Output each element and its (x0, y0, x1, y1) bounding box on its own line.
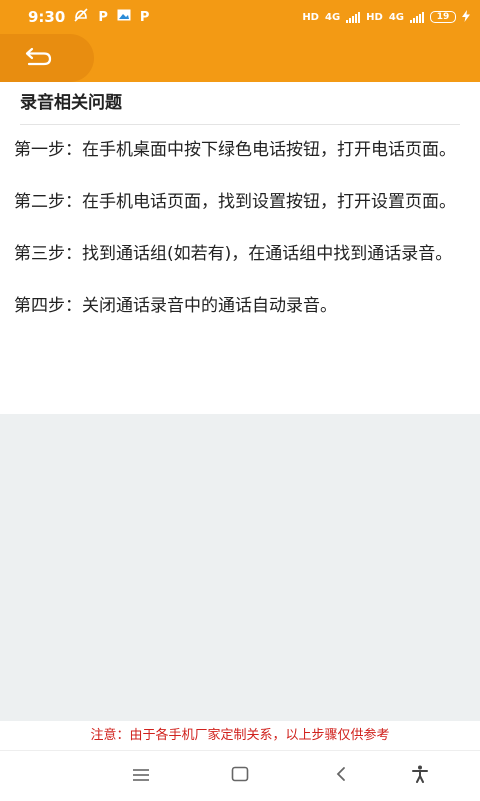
status-bar: 9:30 P P HD 4G HD 4G 19 (0, 0, 480, 34)
accessibility-icon (411, 765, 429, 787)
signal-icon (410, 11, 424, 23)
p-icon: P (139, 9, 150, 25)
app-header (0, 34, 480, 82)
back-button[interactable] (0, 34, 94, 82)
status-right: HD 4G HD 4G 19 (302, 9, 470, 25)
empty-content-area (0, 414, 480, 721)
home-button[interactable] (227, 763, 253, 789)
signal-icon (346, 11, 361, 23)
step-1: 第一步：在手机桌面中按下绿色电话按钮，打开电话页面。 (14, 140, 456, 160)
notification-off-icon (73, 8, 89, 26)
home-icon (231, 766, 249, 786)
step-3: 第三步：找到通话组(如若有)，在通话组中找到通话录音。 (14, 244, 453, 264)
back-icon (335, 766, 347, 786)
step-4: 第四步：关闭通话录音中的通话自动录音。 (14, 296, 337, 316)
hd-label: HD (302, 11, 319, 23)
charging-icon (462, 9, 470, 25)
hd-label: HD (366, 11, 383, 23)
notice-text: 注意：由于各手机厂家定制关系，以上步骤仅供参考 (0, 722, 480, 750)
p-icon: P (98, 9, 108, 25)
battery-level: 19 (436, 12, 450, 22)
steps-list: 第一步：在手机桌面中按下绿色电话按钮，打开电话页面。 第二步：在手机电话页面，找… (14, 136, 466, 344)
network-4g-label: 4G (324, 11, 341, 23)
nav-back-button[interactable] (328, 763, 354, 789)
accessibility-button[interactable] (407, 763, 433, 789)
section-title: 录音相关问题 (20, 88, 460, 125)
back-arrow-icon (24, 45, 54, 71)
menu-button[interactable] (128, 763, 154, 789)
battery-icon: 19 (430, 11, 456, 23)
network-4g-label: 4G (388, 11, 404, 23)
status-time: 9:30 (28, 8, 66, 26)
step-2: 第二步：在手机电话页面，找到设置按钮，打开设置页面。 (14, 192, 456, 212)
image-icon (117, 9, 131, 25)
menu-icon (132, 767, 150, 786)
system-nav-bar (0, 750, 480, 801)
